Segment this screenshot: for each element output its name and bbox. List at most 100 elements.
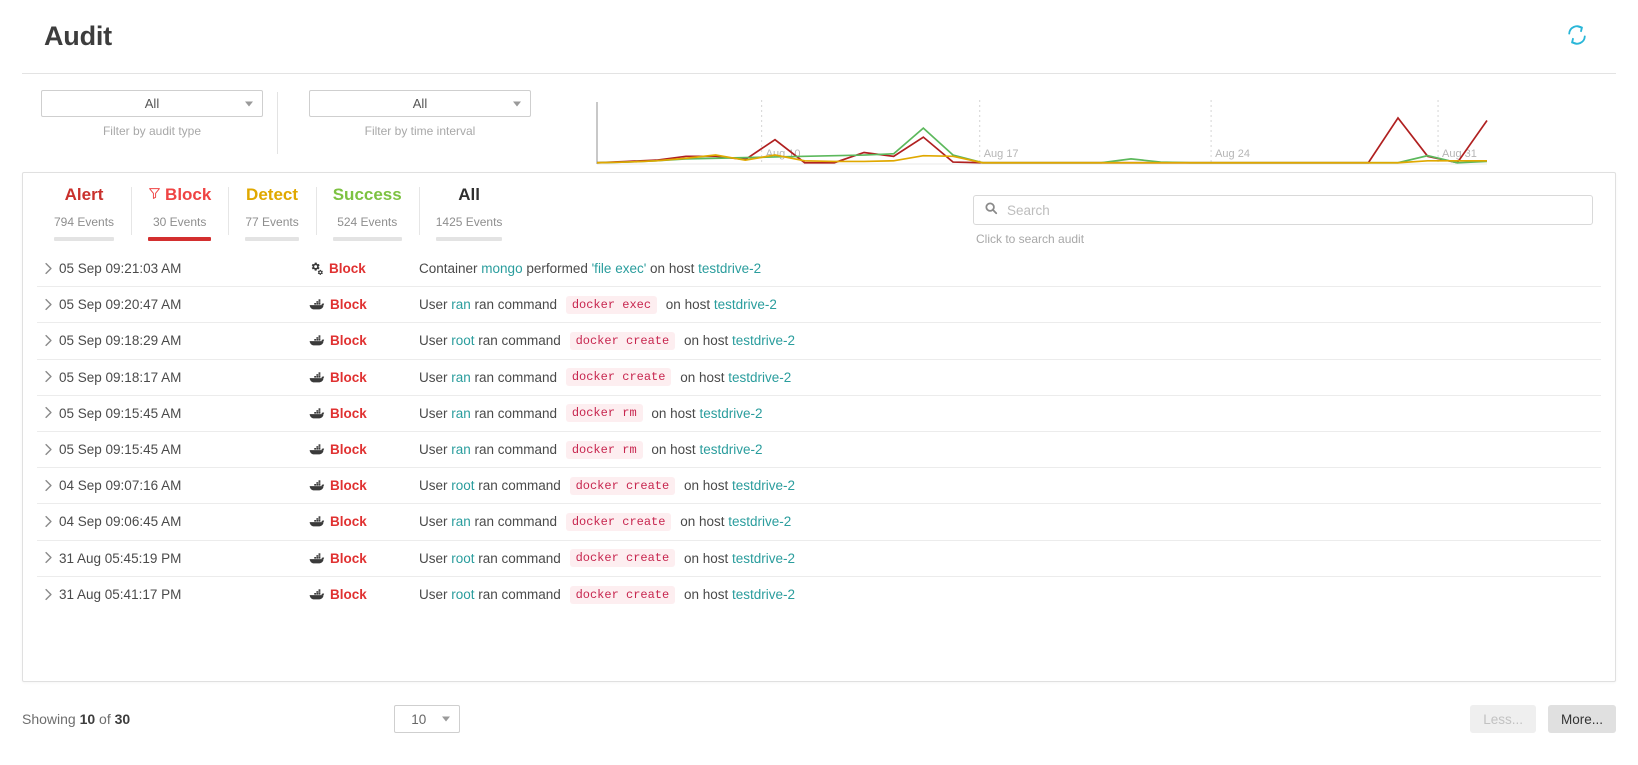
chevron-right-icon[interactable]	[37, 443, 59, 457]
search-box[interactable]	[973, 195, 1593, 225]
search-caption: Click to search audit	[976, 232, 1085, 246]
desc-subject: root	[451, 478, 475, 494]
table-row[interactable]: 31 Aug 05:41:17 PM Block User root ran com…	[37, 577, 1601, 613]
tab-detect[interactable]: Detect 77 Events	[228, 185, 315, 241]
table-row[interactable]: 04 Sep 09:06:45 AM Block User ran ran comm…	[37, 504, 1601, 541]
audit-sparkline-chart[interactable]: Aug 10 Aug 17 Aug 24 Aug 31	[589, 94, 1558, 174]
desc-command: docker create	[569, 331, 676, 350]
status-badge: Block	[309, 442, 419, 457]
docker-icon	[309, 407, 325, 420]
status-badge: Block	[309, 333, 419, 348]
desc-subject: ran	[451, 297, 471, 313]
audit-card: Alert 794 Events Block 30 Events Detect 77 Ev…	[22, 172, 1616, 682]
time-interval-select[interactable]: All	[309, 90, 531, 117]
search-input[interactable]	[1005, 201, 1582, 219]
chevron-right-icon[interactable]	[37, 406, 59, 420]
table-row[interactable]: 05 Sep 09:20:47 AM Block User ran ran comm…	[37, 287, 1601, 324]
desc-prefix: User	[419, 514, 452, 530]
chevron-right-icon[interactable]	[37, 298, 59, 312]
desc-subject: root	[451, 550, 475, 566]
table-row[interactable]: 04 Sep 09:07:16 AM Block User root ran com…	[37, 468, 1601, 505]
table-row[interactable]: 05 Sep 09:15:45 AM Block User ran ran comm…	[37, 432, 1601, 469]
showing-total: 30	[114, 711, 131, 727]
status-badge: Block	[309, 406, 419, 421]
table-row[interactable]: 31 Aug 05:45:19 PM Block User root ran com…	[37, 541, 1601, 577]
status-label: Block	[330, 550, 367, 566]
desc-prefix: User	[419, 478, 452, 494]
chevron-right-icon[interactable]	[37, 551, 59, 565]
tab-label-text: Success	[332, 185, 402, 204]
pagination-controls: Less... More...	[1470, 705, 1616, 733]
desc-middle: ran command	[470, 405, 561, 421]
row-timestamp: 05 Sep 09:18:29 AM	[59, 333, 182, 349]
desc-subject: mongo	[481, 261, 523, 277]
chevron-right-icon[interactable]	[37, 370, 59, 384]
card-footer: Showing 10 of 30 10 Less... More...	[0, 684, 1638, 754]
desc-host: testdrive-2	[728, 369, 792, 385]
desc-prefix: User	[419, 587, 452, 603]
desc-suffix: on host	[662, 297, 714, 313]
desc-suffix: on host	[676, 369, 729, 385]
desc-middle: ran command	[474, 587, 565, 603]
tab-count: 77 Events	[245, 215, 299, 229]
table-row[interactable]: 05 Sep 09:18:17 AM Block User ran ran comm…	[37, 360, 1601, 396]
chevron-right-icon[interactable]	[37, 334, 59, 348]
tab-underline	[245, 237, 299, 241]
desc-command: docker create	[565, 368, 672, 387]
desc-middle: ran command	[470, 369, 561, 385]
docker-icon	[309, 298, 325, 311]
desc-subject: root	[451, 333, 475, 349]
tab-count: 794 Events	[54, 215, 115, 229]
table-row[interactable]: 05 Sep 09:18:29 AM Block User root ran com…	[37, 323, 1601, 360]
desc-prefix: User	[419, 297, 452, 313]
search-area: Click to search audit	[973, 173, 1615, 246]
page-size-value: 10	[411, 711, 427, 727]
status-badge: Block	[309, 297, 419, 312]
chevron-right-icon[interactable]	[37, 515, 59, 529]
desc-middle: ran command	[470, 297, 561, 313]
desc-subject: ran	[451, 442, 471, 458]
row-timestamp: 05 Sep 09:18:17 AM	[59, 369, 182, 385]
audit-type-select[interactable]: All	[41, 90, 263, 117]
table-row[interactable]: 05 Sep 09:21:03 AM Block Container mongo p…	[37, 251, 1601, 288]
tab-block[interactable]: Block 30 Events	[131, 185, 228, 241]
tab-label: Detect	[246, 185, 298, 205]
row-timestamp: 05 Sep 09:21:03 AM	[59, 261, 182, 277]
chevron-right-icon[interactable]	[37, 262, 59, 276]
row-timestamp: 05 Sep 09:20:47 AM	[59, 297, 182, 313]
tab-all[interactable]: All 1425 Events	[418, 185, 520, 241]
desc-host: testdrive-2	[732, 587, 796, 603]
less-button[interactable]: Less...	[1470, 705, 1536, 733]
time-interval-value: All	[412, 96, 428, 111]
more-button[interactable]: More...	[1547, 705, 1616, 733]
desc-middle: ran command	[470, 514, 561, 530]
page-size-select[interactable]: 10	[394, 705, 461, 733]
tab-label: Success	[333, 185, 402, 205]
desc-prefix: User	[419, 550, 452, 566]
tab-success[interactable]: Success 524 Events	[315, 185, 419, 241]
chevron-down-icon	[442, 716, 451, 722]
desc-subject: ran	[451, 405, 471, 421]
table-row[interactable]: 05 Sep 09:15:45 AM Block User ran ran comm…	[37, 396, 1601, 432]
desc-middle: performed	[522, 261, 592, 277]
row-description: User ran ran command docker create on ho…	[419, 512, 1601, 531]
row-timestamp: 04 Sep 09:06:45 AM	[59, 514, 182, 530]
sparkline-svg: Aug 10 Aug 17 Aug 24 Aug 31	[596, 100, 1488, 165]
page-title: Audit	[44, 21, 112, 51]
status-badge: Block	[309, 370, 419, 385]
chevron-right-icon[interactable]	[37, 479, 59, 493]
status-label: Block	[330, 478, 367, 494]
desc-command: docker exec	[565, 295, 658, 314]
tab-count: 524 Events	[337, 215, 398, 229]
chevron-right-icon[interactable]	[37, 588, 59, 602]
audit-page: Audit All Filter by audit type All Filte…	[0, 0, 1638, 765]
status-badge: Block	[309, 551, 419, 566]
chevron-down-icon	[245, 101, 253, 106]
desc-prefix: User	[419, 333, 452, 349]
desc-host: testdrive-2	[732, 550, 796, 566]
refresh-button[interactable]	[1560, 20, 1594, 54]
desc-middle: ran command	[474, 550, 565, 566]
desc-suffix: on host	[680, 550, 732, 566]
tab-alert[interactable]: Alert 794 Events	[37, 185, 131, 241]
desc-host: testdrive-2	[698, 261, 762, 277]
